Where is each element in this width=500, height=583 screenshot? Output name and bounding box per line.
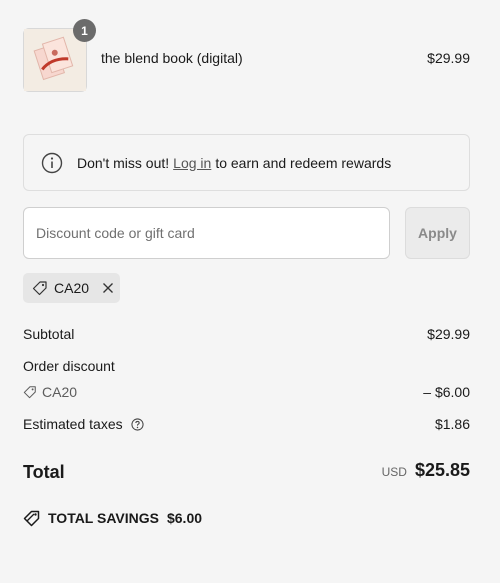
savings-tag-icon (23, 510, 40, 527)
currency-code: USD (381, 465, 407, 479)
notice-text-after: to earn and redeem rewards (215, 154, 392, 171)
help-icon[interactable] (131, 418, 144, 431)
savings-label: TOTAL SAVINGS (48, 510, 159, 526)
order-discount-label: Order discount (23, 358, 115, 374)
estimated-taxes-row: Estimated taxes (23, 416, 144, 432)
quantity-badge: 1 (73, 19, 96, 42)
savings-amount: $6.00 (166, 510, 203, 526)
estimated-taxes-value: $1.86 (434, 416, 470, 432)
discount-code-input[interactable] (23, 207, 390, 259)
product-name: the blend book (digital) (101, 50, 243, 66)
discount-code-text: CA20 (42, 384, 78, 400)
applied-discount-chip: CA20 (23, 273, 120, 303)
tag-icon (32, 281, 47, 296)
tag-icon (23, 386, 36, 399)
subtotal-label: Subtotal (23, 326, 75, 342)
login-link[interactable]: Log in (173, 155, 211, 171)
notice-text-before: Don't miss out! (77, 154, 170, 171)
total-label: Total (23, 462, 65, 482)
product-thumbnail: 1 (23, 19, 96, 92)
close-icon[interactable] (102, 282, 114, 294)
discount-value: – $6.00 (423, 384, 470, 400)
subtotal-value: $29.99 (427, 326, 470, 342)
total-value: $25.85 (414, 460, 470, 480)
estimated-taxes-label: Estimated taxes (23, 416, 123, 432)
rewards-notice: Don't miss out! Log in to earn and redee… (23, 134, 470, 191)
discount-code-line: CA20 (23, 384, 77, 400)
product-price: $29.99 (427, 50, 470, 66)
applied-discount-code: CA20 (54, 280, 90, 296)
total-savings: TOTAL SAVINGS $6.00 (23, 509, 202, 527)
total-amount: USD $25.85 (382, 460, 470, 481)
info-icon (41, 152, 63, 173)
apply-button[interactable]: Apply (405, 207, 470, 259)
